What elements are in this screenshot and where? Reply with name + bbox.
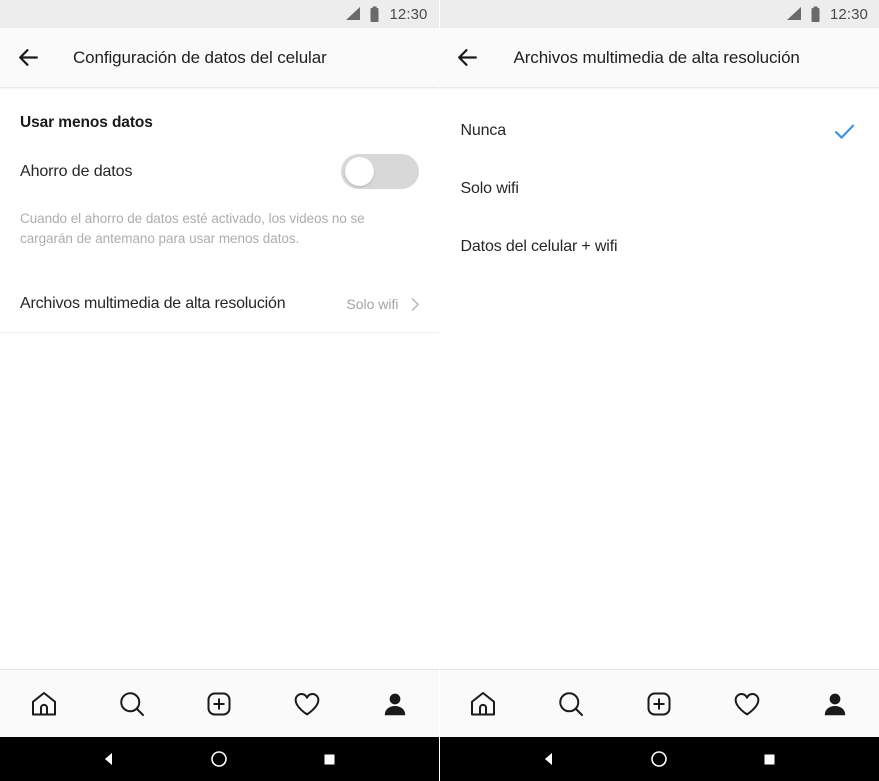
android-back-button-left[interactable]	[87, 737, 131, 781]
option-label-nunca: Nunca	[460, 122, 507, 139]
app-bar-left: Configuración de datos del celular	[0, 28, 439, 88]
profile-icon	[384, 693, 405, 715]
toggle-knob	[344, 157, 374, 186]
high-res-options-list: Nunca Solo wifi Datos del celular + wifi	[440, 88, 879, 276]
android-nav-bar-right	[439, 737, 879, 781]
data-saver-row[interactable]: Ahorro de datos	[0, 132, 439, 189]
bottom-tab-bar-left	[0, 669, 439, 737]
tab-home-left[interactable]	[14, 677, 74, 731]
android-home-button-left[interactable]	[197, 737, 241, 781]
heart-icon	[294, 692, 320, 715]
page-title-left: Configuración de datos del celular	[73, 47, 327, 67]
android-recents-button-left[interactable]	[307, 737, 351, 781]
high-res-media-value: Solo wifi	[346, 296, 399, 313]
option-row-datos-celular-wifi[interactable]: Datos del celular + wifi	[440, 218, 879, 276]
tab-search-right[interactable]	[541, 677, 601, 731]
tab-search-left[interactable]	[102, 677, 162, 731]
android-home-icon	[651, 751, 668, 767]
add-post-icon	[647, 691, 671, 715]
app-bar-right: Archivos multimedia de alta resolución	[439, 28, 879, 88]
option-row-solo-wifi[interactable]: Solo wifi	[440, 160, 879, 218]
signal-triangle-icon	[786, 7, 801, 20]
android-back-icon	[104, 753, 113, 765]
right-screen: 12:30 Archivos multimedia de alta resolu…	[439, 0, 879, 781]
section-heading-use-less-data: Usar menos datos	[20, 114, 153, 131]
signal-triangle-icon	[346, 7, 361, 20]
search-icon	[559, 691, 584, 716]
android-nav-bar-left	[0, 737, 439, 781]
check-icon	[834, 124, 855, 139]
options-content-right: Nunca Solo wifi Datos del celular + wifi	[439, 88, 879, 669]
status-icons-left: 12:30	[343, 6, 427, 23]
heart-icon	[734, 692, 760, 715]
high-res-media-label: Archivos multimedia de alta resolución	[20, 295, 286, 313]
tab-profile-left[interactable]	[365, 677, 425, 731]
tab-add-post-left[interactable]	[189, 677, 249, 731]
status-bar-left: 12:30	[0, 0, 439, 28]
option-label-solo-wifi: Solo wifi	[460, 180, 519, 197]
android-back-button-right[interactable]	[527, 737, 571, 781]
back-arrow-icon	[458, 49, 477, 66]
battery-icon	[370, 6, 379, 22]
back-arrow-icon	[18, 49, 38, 66]
tab-add-post-right[interactable]	[629, 677, 689, 731]
battery-icon	[811, 6, 820, 22]
android-home-icon	[211, 751, 228, 767]
data-saver-label: Ahorro de datos	[20, 162, 133, 180]
tab-activity-left[interactable]	[277, 677, 337, 731]
data-saver-description: Cuando el ahorro de datos esté activado,…	[20, 211, 365, 246]
android-recents-icon	[764, 754, 775, 764]
option-label-datos-celular-wifi: Datos del celular + wifi	[460, 238, 618, 255]
home-icon	[471, 691, 496, 715]
option-row-nunca[interactable]: Nunca	[440, 102, 879, 160]
status-time-left: 12:30	[389, 5, 428, 23]
status-time-right: 12:30	[829, 5, 868, 23]
high-res-media-row[interactable]: Archivos multimedia de alta resolución S…	[0, 276, 439, 334]
android-recents-icon	[324, 754, 335, 764]
android-home-button-right[interactable]	[637, 737, 681, 781]
status-bar-right: 12:30	[439, 0, 879, 28]
back-button-right[interactable]	[440, 30, 496, 86]
left-screen: 12:30 Configuración de datos del celular…	[0, 0, 439, 781]
tab-profile-right[interactable]	[805, 677, 865, 731]
dual-screenshot-container: 12:30 Configuración de datos del celular…	[0, 0, 879, 781]
tab-home-right[interactable]	[453, 677, 513, 731]
profile-icon	[824, 693, 846, 715]
android-back-icon	[544, 753, 552, 765]
settings-content-left: Usar menos datos Ahorro de datos Cuando …	[0, 88, 439, 669]
back-button-left[interactable]	[0, 30, 56, 86]
page-title-right: Archivos multimedia de alta resolución	[513, 47, 800, 67]
add-post-icon	[207, 691, 231, 715]
bottom-tab-bar-right	[439, 669, 879, 737]
high-res-media-right: Solo wifi	[346, 296, 422, 313]
search-icon	[119, 691, 144, 716]
tab-activity-right[interactable]	[717, 677, 777, 731]
chevron-right-icon	[411, 297, 419, 311]
home-icon	[31, 691, 56, 715]
data-saver-toggle[interactable]	[340, 154, 419, 189]
status-icons-right: 12:30	[784, 6, 868, 23]
android-recents-button-right[interactable]	[748, 737, 792, 781]
